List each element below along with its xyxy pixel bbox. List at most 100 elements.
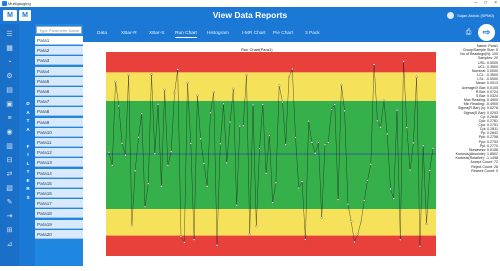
- calendar-icon[interactable]: ▣: [4, 100, 15, 108]
- run-point: [386, 132, 389, 136]
- run-point: [160, 185, 163, 188]
- run-point: [219, 142, 222, 145]
- run-point: [425, 222, 428, 226]
- parameter-item[interactable]: Para10: [35, 127, 83, 137]
- user-icon[interactable]: ◉: [4, 128, 15, 136]
- run-point: [356, 233, 359, 236]
- run-point: [373, 63, 376, 66]
- parameter-item[interactable]: Para1: [35, 36, 83, 45]
- left-navigation: ☰ ▦ ◔ ⚙ ▤ ▣ ≡ ◉ ▥ ⊟ ⇄ ▧ ✎ ⇥ ⊞ ⊿: [0, 24, 19, 266]
- parameter-item[interactable]: Para11: [35, 138, 83, 147]
- tab-histogram[interactable]: Histogram: [207, 31, 229, 36]
- filters-letter: I: [27, 152, 29, 157]
- run-point: [265, 172, 268, 175]
- list-icon[interactable]: ≡: [4, 114, 15, 122]
- page-title: View Data Reports: [212, 10, 288, 20]
- tab-xbar-r[interactable]: XBar-R: [121, 31, 137, 36]
- user-info[interactable]: Sujan Ashok (SPM0): [447, 12, 494, 19]
- print-icon: ⎙: [465, 28, 472, 36]
- run-point: [170, 150, 173, 153]
- run-point: [255, 225, 258, 228]
- parameter-item[interactable]: Para5: [35, 76, 83, 86]
- band-green: [106, 100, 436, 210]
- run-point: [314, 152, 317, 155]
- run-point: [428, 169, 431, 172]
- gauge-icon[interactable]: ◔: [4, 58, 15, 66]
- run-point: [422, 144, 425, 147]
- tab-i-mr-chart[interactable]: I-MR Chart: [242, 31, 265, 36]
- export-icon[interactable]: ⇥: [4, 212, 15, 220]
- user-name: Sujan Ashok (SPM0): [457, 13, 494, 18]
- run-point: [343, 109, 346, 112]
- run-point: [183, 241, 186, 244]
- tab-data[interactable]: Data: [97, 31, 107, 36]
- plot-icon[interactable]: ⊿: [4, 240, 15, 248]
- menu-icon[interactable]: ☰: [4, 30, 15, 38]
- parameter-item[interactable]: Para14: [35, 168, 83, 178]
- run-point: [431, 147, 435, 150]
- parameter-item[interactable]: Para12: [35, 148, 83, 158]
- run-point: [209, 111, 212, 114]
- parameter-item[interactable]: Para15: [35, 178, 83, 188]
- parameter-item[interactable]: Para20: [35, 229, 83, 239]
- parameter-item[interactable]: Para7: [35, 97, 83, 107]
- parameter-item[interactable]: Para8: [35, 107, 83, 117]
- run-point: [229, 121, 232, 124]
- run-point: [274, 181, 277, 184]
- maximize-icon[interactable]: □: [484, 0, 487, 7]
- grid-icon[interactable]: ▥: [4, 142, 15, 150]
- run-point: [186, 81, 189, 84]
- run-point: [176, 68, 179, 71]
- run-point: [320, 216, 323, 219]
- parameter-item[interactable]: Para2: [35, 46, 83, 56]
- parameter-item[interactable]: Para3: [35, 56, 83, 66]
- parameter-item[interactable]: Para17: [35, 199, 83, 209]
- parameter-item[interactable]: Para18: [35, 209, 83, 219]
- run-point: [297, 186, 300, 190]
- sliders-icon[interactable]: ⊞: [4, 226, 15, 234]
- print-button[interactable]: ⎙: [462, 26, 475, 39]
- run-point: [193, 238, 196, 241]
- run-point: [114, 80, 117, 83]
- avatar[interactable]: [447, 12, 455, 19]
- parameter-item[interactable]: Para16: [35, 189, 83, 198]
- document-icon[interactable]: ▤: [4, 86, 15, 94]
- run-point: [258, 147, 261, 150]
- run-point: [301, 180, 304, 183]
- transfer-icon[interactable]: ⇄: [4, 170, 15, 178]
- close-icon[interactable]: ×: [494, 0, 497, 7]
- tab-3-pack[interactable]: 3 Pack: [305, 31, 320, 36]
- run-point: [238, 125, 241, 128]
- run-point: [287, 75, 291, 79]
- run-point: [189, 142, 192, 145]
- tab-run-chart[interactable]: Run Chart: [175, 31, 197, 38]
- band-red-bottom: [106, 235, 436, 256]
- filters-letter: T: [26, 118, 30, 123]
- run-point: [147, 182, 150, 185]
- report-icon[interactable]: ▧: [4, 184, 15, 192]
- run-point: [111, 164, 114, 167]
- run-point: [268, 134, 271, 137]
- minimize-icon[interactable]: –: [474, 0, 477, 7]
- run-point: [248, 233, 251, 236]
- exit-button[interactable]: ⇨: [477, 23, 496, 42]
- parameter-item[interactable]: Para6: [35, 87, 83, 96]
- run-point: [143, 205, 147, 208]
- parameter-item[interactable]: Para13: [35, 158, 83, 168]
- database-icon[interactable]: ⊟: [4, 156, 15, 164]
- settings-icon[interactable]: ⚙: [4, 72, 15, 80]
- parameter-search-input[interactable]: Type Parameter Name: [36, 26, 82, 34]
- chart-icon[interactable]: ▦: [4, 44, 15, 52]
- tools-icon[interactable]: ✎: [4, 198, 15, 206]
- parameter-item[interactable]: Para4: [35, 66, 83, 76]
- parameter-item[interactable]: Para19: [35, 219, 83, 229]
- parameter-item[interactable]: Para9: [35, 117, 83, 127]
- run-point: [232, 87, 235, 90]
- tab-xbar-s[interactable]: XBar-S: [149, 31, 164, 36]
- tab-pie-chart[interactable]: Pie Chart: [273, 31, 293, 36]
- run-point: [206, 185, 209, 188]
- run-point: [333, 103, 336, 106]
- run-point: [327, 141, 330, 144]
- run-point: [281, 101, 284, 104]
- run-point: [173, 92, 176, 95]
